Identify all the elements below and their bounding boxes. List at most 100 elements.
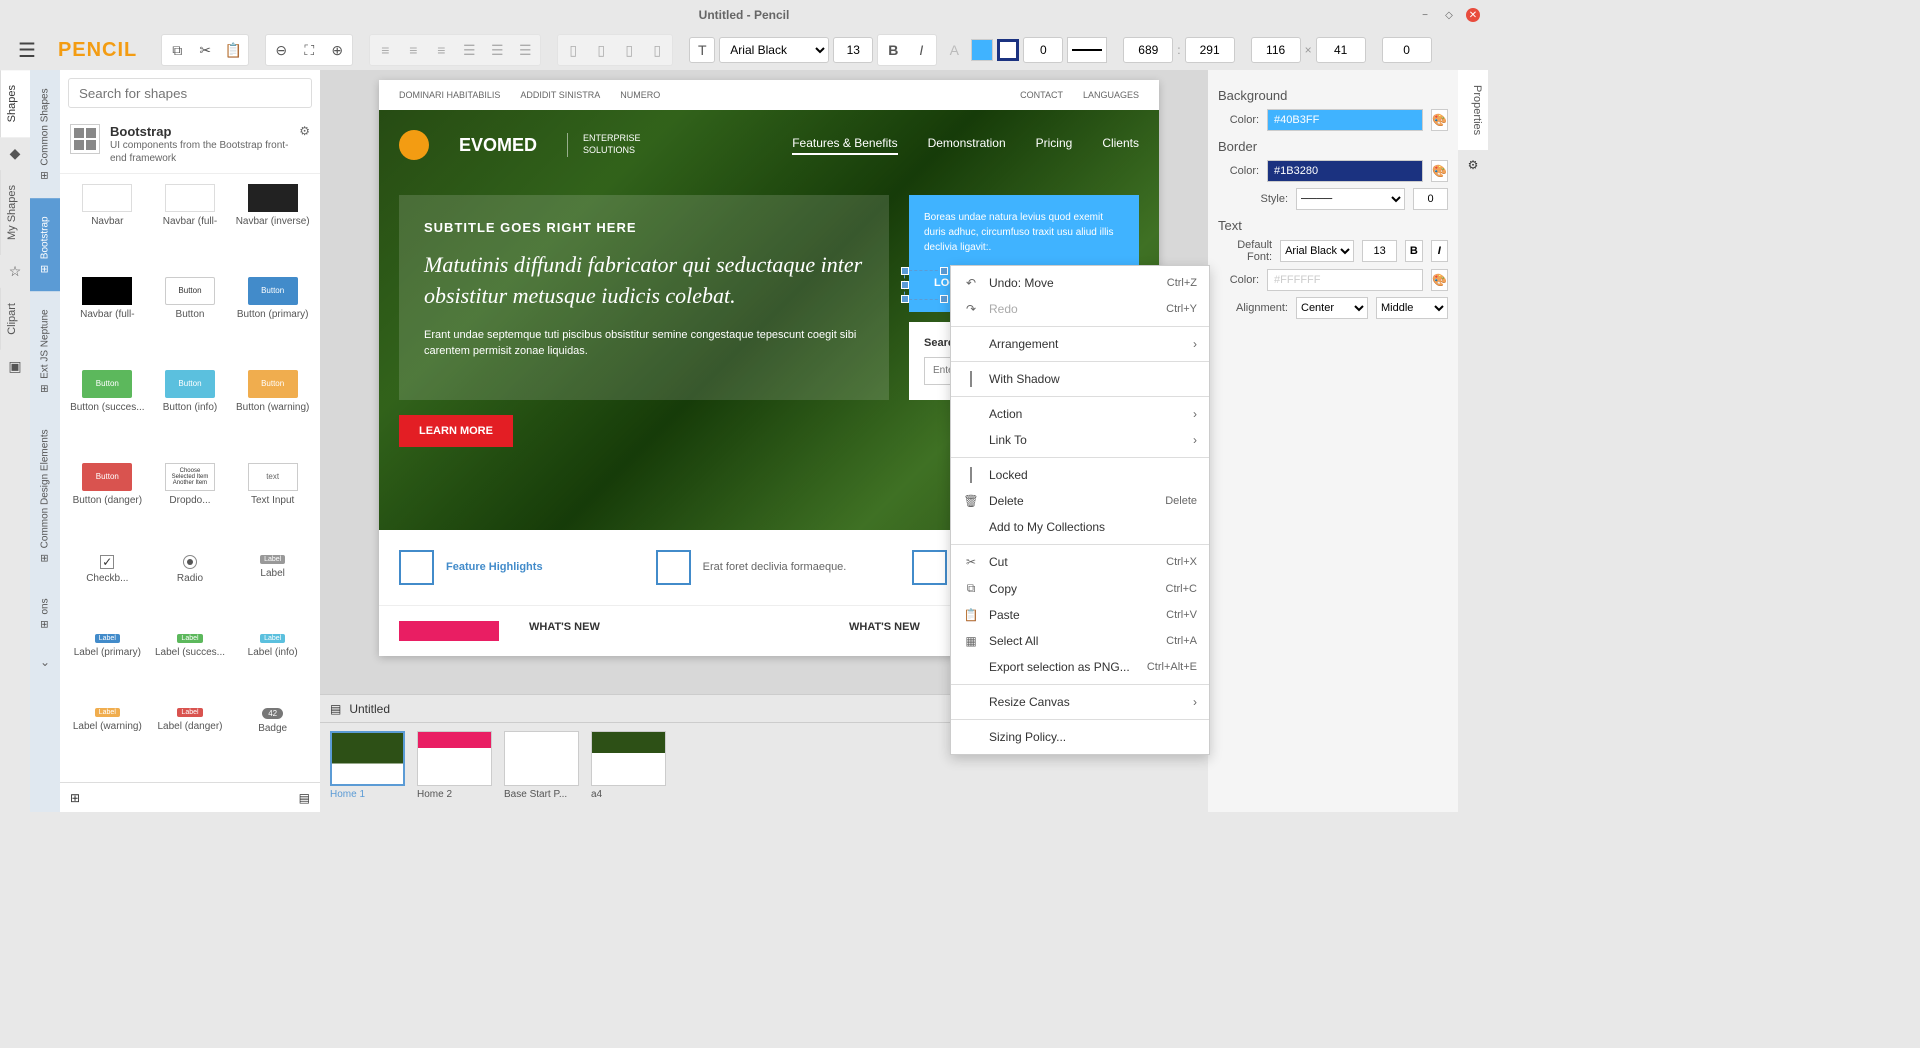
dist-v-icon[interactable]: ▯ [588,37,614,63]
italic-button[interactable]: I [1431,240,1448,262]
line-style-select[interactable] [1067,37,1107,63]
thumb-a4[interactable]: a4 [591,731,666,804]
stroke-color-swatch[interactable] [997,39,1019,61]
ctx-add-collections[interactable]: Add to My Collections [951,514,1209,540]
x-input[interactable] [1123,37,1173,63]
shape-button[interactable]: ButtonButton [153,277,228,358]
ctx-redo[interactable]: ↷RedoCtrl+Y [951,296,1209,322]
border-style-select[interactable]: ──── [1296,188,1405,210]
font-select[interactable]: Arial Black [1280,240,1354,262]
bold-icon[interactable]: B [880,37,906,63]
align-bottom-icon[interactable]: ☰ [512,37,538,63]
w-input[interactable] [1251,37,1301,63]
ctx-arrangement[interactable]: Arrangement› [951,331,1209,357]
tab-my-shapes[interactable]: My Shapes [0,170,30,255]
ctx-undo[interactable]: ↶Undo: MoveCtrl+Z [951,270,1209,296]
align-top-icon[interactable]: ☰ [456,37,482,63]
align-middle-icon[interactable]: ☰ [484,37,510,63]
cat-ext-neptune[interactable]: ⊞Ext JS Neptune [30,291,60,411]
shape-button-success[interactable]: ButtonButton (succes... [70,370,145,451]
ctx-with-shadow[interactable]: With Shadow [951,366,1209,392]
ctx-link-to[interactable]: Link To› [951,427,1209,453]
copy-icon[interactable]: ⧉ [164,37,190,63]
thumb-home2[interactable]: Home 2 [417,731,492,804]
tab-clipart[interactable]: Clipart [0,288,30,350]
shape-badge[interactable]: 42Badge [235,708,310,772]
rotation-input[interactable] [1382,37,1432,63]
shape-label-warning[interactable]: LabelLabel (warning) [70,708,145,772]
shape-dropdown[interactable]: ChooseSelected ItemAnother ItemDropdo... [153,463,228,544]
zoom-in-icon[interactable]: ⊕ [324,37,350,63]
color-picker-icon[interactable]: 🎨 [1431,269,1448,291]
shape-label-success[interactable]: LabelLabel (succes... [153,634,228,696]
shape-label-info[interactable]: LabelLabel (info) [235,634,310,696]
text-color-icon[interactable]: A [941,37,967,63]
font-size-input[interactable] [1362,240,1397,262]
shape-navbar-inverse[interactable]: Navbar (inverse) [235,184,310,265]
cat-bootstrap[interactable]: ⊞Bootstrap [30,198,60,291]
gear-icon[interactable]: ⚙ [299,124,310,138]
dist-h-icon[interactable]: ▯ [560,37,586,63]
ctx-copy[interactable]: ⧉CopyCtrl+C [951,575,1209,602]
paste-icon[interactable]: 📋 [220,37,246,63]
bold-button[interactable]: B [1405,240,1422,262]
ctx-delete[interactable]: 🗑DeleteDelete [951,488,1209,514]
zoom-out-icon[interactable]: ⊖ [268,37,294,63]
shape-navbar[interactable]: Navbar [70,184,145,265]
italic-icon[interactable]: I [908,37,934,63]
cat-common-shapes[interactable]: ⊞Common Shapes [30,70,60,198]
cat-icons[interactable]: ⊞ons [30,580,60,647]
ctx-sizing-policy[interactable]: Sizing Policy... [951,724,1209,750]
zoom-fit-icon[interactable]: ⛶ [296,37,322,63]
shape-label[interactable]: LabelLabel [235,555,310,622]
shape-search-input[interactable] [68,78,312,108]
align-center-icon[interactable]: ≡ [400,37,426,63]
color-picker-icon[interactable]: 🎨 [1431,109,1448,131]
thumb-home1[interactable]: Home 1 [330,731,405,804]
border-color-input[interactable] [1267,160,1423,182]
shape-button-primary[interactable]: ButtonButton (primary) [235,277,310,358]
cat-more-icon[interactable]: ⌄ [30,647,60,677]
grid-view-icon[interactable]: ⊞ [70,791,80,805]
minimize-icon[interactable]: − [1418,8,1432,22]
font-size-input[interactable] [833,37,873,63]
shape-button-info[interactable]: ButtonButton (info) [153,370,228,451]
thumb-base-start[interactable]: Base Start P... [504,731,579,804]
same-w-icon[interactable]: ▯ [616,37,642,63]
shape-radio[interactable]: Radio [153,555,228,622]
shape-checkbox[interactable]: ✓Checkb... [70,555,145,622]
border-width-input[interactable] [1413,188,1448,210]
h-input[interactable] [1316,37,1366,63]
same-h-icon[interactable]: ▯ [644,37,670,63]
ctx-select-all[interactable]: ▦Select AllCtrl+A [951,628,1209,654]
shape-text-input[interactable]: textText Input [235,463,310,544]
border-width-input[interactable] [1023,37,1063,63]
y-input[interactable] [1185,37,1235,63]
align-left-icon[interactable]: ≡ [372,37,398,63]
cut-icon[interactable]: ✂ [192,37,218,63]
list-view-icon[interactable]: ▤ [299,791,310,805]
shape-button-warning[interactable]: ButtonButton (warning) [235,370,310,451]
close-icon[interactable]: ✕ [1466,8,1480,22]
maximize-icon[interactable]: ◇ [1442,8,1456,22]
doc-tab[interactable]: Untitled [349,702,390,716]
ctx-locked[interactable]: Locked [951,462,1209,488]
shape-navbar-inv-full[interactable]: Navbar (full- [70,277,145,358]
ctx-action[interactable]: Action› [951,401,1209,427]
shape-label-primary[interactable]: LabelLabel (primary) [70,634,145,696]
align-right-icon[interactable]: ≡ [428,37,454,63]
tab-shapes[interactable]: Shapes [0,70,30,137]
color-picker-icon[interactable]: 🎨 [1431,160,1448,182]
shape-navbar-full[interactable]: Navbar (full- [153,184,228,265]
menu-icon[interactable]: ☰ [10,38,44,63]
font-select[interactable]: Arial Black [719,37,829,63]
shape-button-danger[interactable]: ButtonButton (danger) [70,463,145,544]
ctx-cut[interactable]: ✂CutCtrl+X [951,549,1209,575]
text-color-input[interactable] [1267,269,1423,291]
bg-color-input[interactable] [1267,109,1423,131]
ctx-resize-canvas[interactable]: Resize Canvas› [951,689,1209,715]
shape-label-danger[interactable]: LabelLabel (danger) [153,708,228,772]
fill-color-swatch[interactable] [971,39,993,61]
align-v-select[interactable]: Middle [1376,297,1448,319]
tab-properties[interactable]: Properties [1458,70,1488,150]
